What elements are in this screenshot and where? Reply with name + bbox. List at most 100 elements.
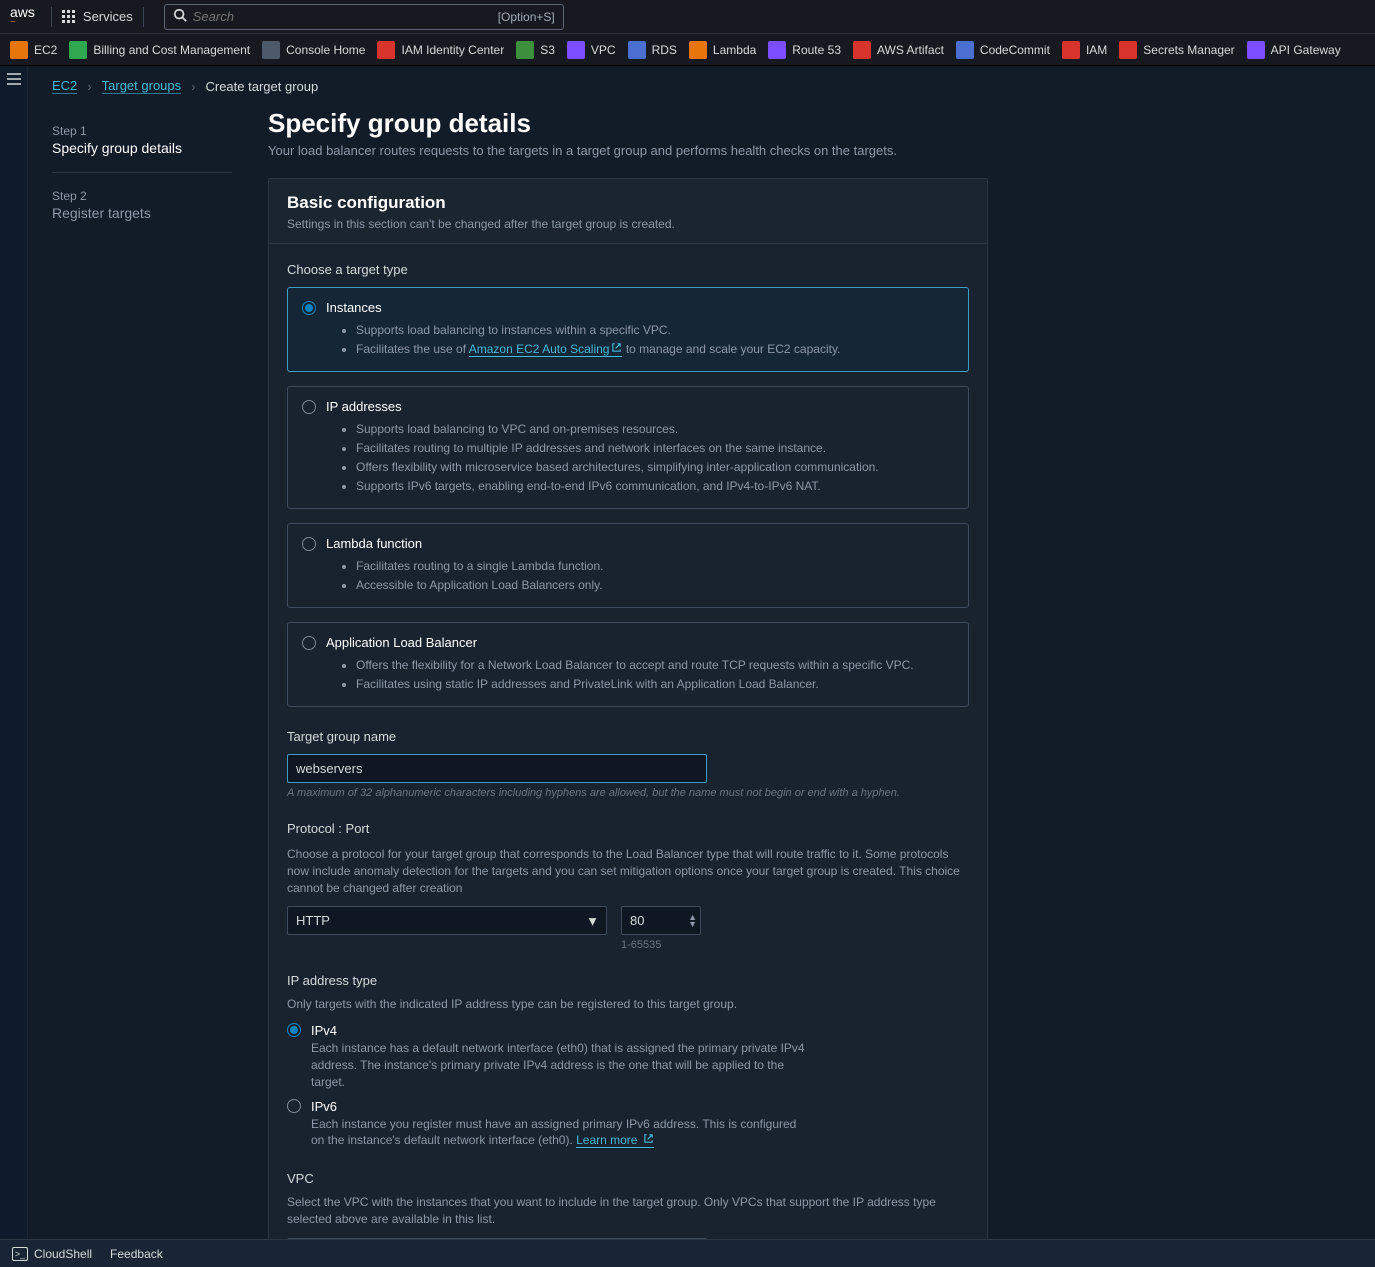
radio-title: Application Load Balancer bbox=[326, 635, 477, 650]
services-label: Services bbox=[83, 9, 133, 24]
radio-icon bbox=[287, 1099, 301, 1113]
service-icon bbox=[69, 41, 87, 59]
radio-title: IP addresses bbox=[326, 399, 402, 414]
search-icon bbox=[173, 8, 187, 25]
service-icon bbox=[689, 41, 707, 59]
services-menu[interactable]: Services bbox=[62, 9, 133, 24]
panel-title: Basic configuration bbox=[287, 193, 969, 213]
step-title: Register targets bbox=[52, 205, 232, 221]
cloudshell-button[interactable]: >_ CloudShell bbox=[12, 1247, 92, 1261]
favorite-aws-artifact[interactable]: AWS Artifact bbox=[853, 41, 944, 59]
ip-type-ipv6[interactable]: IPv6 Each instance you register must hav… bbox=[287, 1099, 969, 1150]
radio-title: IPv6 bbox=[311, 1099, 811, 1114]
external-link-icon bbox=[611, 340, 622, 358]
radio-bullet: Offers the flexibility for a Network Loa… bbox=[356, 656, 954, 674]
global-header: aws ⌣ Services [Option+S] bbox=[0, 0, 1375, 34]
auto-scaling-link[interactable]: Amazon EC2 Auto Scaling bbox=[469, 342, 623, 357]
favorite-label: Secrets Manager bbox=[1143, 43, 1234, 57]
target-type-label: Choose a target type bbox=[287, 262, 969, 277]
favorite-label: EC2 bbox=[34, 43, 57, 57]
divider bbox=[51, 7, 52, 27]
radio-desc: Each instance you register must have an … bbox=[311, 1116, 811, 1150]
favorite-label: Lambda bbox=[713, 43, 756, 57]
service-icon bbox=[516, 41, 534, 59]
tg-name-helper: A maximum of 32 alphanumeric characters … bbox=[287, 787, 969, 799]
breadcrumb-item[interactable]: EC2 bbox=[52, 78, 77, 94]
favorite-label: IAM Identity Center bbox=[401, 43, 504, 57]
protocol-port-desc: Choose a protocol for your target group … bbox=[287, 846, 969, 896]
service-icon bbox=[956, 41, 974, 59]
panel-subtitle: Settings in this section can't be change… bbox=[287, 217, 969, 231]
favorite-s3[interactable]: S3 bbox=[516, 41, 555, 59]
radio-bullet: Supports IPv6 targets, enabling end-to-e… bbox=[356, 477, 954, 495]
aws-logo[interactable]: aws ⌣ bbox=[10, 7, 35, 26]
radio-icon bbox=[302, 636, 316, 650]
favorite-secrets-manager[interactable]: Secrets Manager bbox=[1119, 41, 1234, 59]
favorite-label: Billing and Cost Management bbox=[93, 43, 250, 57]
vpc-label: VPC bbox=[287, 1171, 969, 1186]
step-label: Step 1 bbox=[52, 124, 232, 138]
wizard-step-1[interactable]: Step 1 Specify group details bbox=[52, 116, 232, 164]
text: Facilitates the use of bbox=[356, 342, 469, 356]
radio-bullet: Facilitates the use of Amazon EC2 Auto S… bbox=[356, 340, 954, 358]
wizard-main: Specify group details Your load balancer… bbox=[268, 102, 988, 1239]
favorite-label: AWS Artifact bbox=[877, 43, 944, 57]
radio-desc: Each instance has a default network inte… bbox=[311, 1040, 811, 1090]
favorite-billing-and-cost-management[interactable]: Billing and Cost Management bbox=[69, 41, 250, 59]
global-search[interactable]: [Option+S] bbox=[164, 4, 564, 30]
radio-bullet: Facilitates routing to a single Lambda f… bbox=[356, 557, 954, 575]
page-subtitle: Your load balancer routes requests to th… bbox=[268, 143, 988, 158]
step-title: Specify group details bbox=[52, 140, 232, 156]
ip-type-label: IP address type bbox=[287, 973, 969, 988]
ip-type-ipv4[interactable]: IPv4 Each instance has a default network… bbox=[287, 1023, 969, 1090]
favorite-iam-identity-center[interactable]: IAM Identity Center bbox=[377, 41, 504, 59]
favorite-ec2[interactable]: EC2 bbox=[10, 41, 57, 59]
hamburger-icon[interactable] bbox=[6, 72, 22, 89]
ipv6-learn-more-link[interactable]: Learn more bbox=[576, 1133, 654, 1148]
text: Each instance you register must have an … bbox=[311, 1117, 796, 1148]
service-icon bbox=[853, 41, 871, 59]
favorite-console-home[interactable]: Console Home bbox=[262, 41, 365, 59]
favorite-label: Console Home bbox=[286, 43, 365, 57]
protocol-port-label: Protocol : Port bbox=[287, 821, 969, 836]
feedback-button[interactable]: Feedback bbox=[110, 1247, 163, 1261]
favorite-route-53[interactable]: Route 53 bbox=[768, 41, 841, 59]
step-label: Step 2 bbox=[52, 189, 232, 203]
favorite-codecommit[interactable]: CodeCommit bbox=[956, 41, 1050, 59]
favorite-label: RDS bbox=[652, 43, 677, 57]
stepper-icon[interactable]: ▲▼ bbox=[688, 914, 697, 928]
radio-bullet: Supports load balancing to VPC and on-pr… bbox=[356, 420, 954, 438]
radio-icon bbox=[302, 301, 316, 315]
radio-icon bbox=[302, 400, 316, 414]
target-type-ip-addresses[interactable]: IP addresses Supports load balancing to … bbox=[287, 386, 969, 509]
service-icon bbox=[10, 41, 28, 59]
radio-bullet: Facilitates routing to multiple IP addre… bbox=[356, 439, 954, 457]
target-type-instances[interactable]: Instances Supports load balancing to ins… bbox=[287, 287, 969, 372]
app-shell: EC2›Target groups›Create target group St… bbox=[0, 66, 1375, 1239]
wizard-steps: Step 1 Specify group details Step 2 Regi… bbox=[52, 102, 232, 1239]
breadcrumb: EC2›Target groups›Create target group bbox=[52, 78, 1351, 94]
basic-configuration-panel: Basic configuration Settings in this sec… bbox=[268, 178, 988, 1239]
favorite-lambda[interactable]: Lambda bbox=[689, 41, 756, 59]
content-scroll: EC2›Target groups›Create target group St… bbox=[28, 66, 1375, 1239]
target-type-alb[interactable]: Application Load Balancer Offers the fle… bbox=[287, 622, 969, 707]
breadcrumb-item[interactable]: Target groups bbox=[102, 78, 182, 94]
protocol-select[interactable]: HTTP ▼ bbox=[287, 906, 607, 935]
cloudshell-icon: >_ bbox=[12, 1247, 28, 1261]
target-group-name-input[interactable] bbox=[287, 754, 707, 783]
favorite-api-gateway[interactable]: API Gateway bbox=[1247, 41, 1341, 59]
port-input-wrap[interactable]: ▲▼ bbox=[621, 906, 701, 935]
cloudshell-label: CloudShell bbox=[34, 1247, 92, 1261]
service-icon bbox=[1119, 41, 1137, 59]
wizard-step-2[interactable]: Step 2 Register targets bbox=[52, 181, 232, 229]
target-type-lambda[interactable]: Lambda function Facilitates routing to a… bbox=[287, 523, 969, 608]
radio-title: Lambda function bbox=[326, 536, 422, 551]
tg-name-label: Target group name bbox=[287, 729, 969, 744]
favorite-label: Route 53 bbox=[792, 43, 841, 57]
favorite-vpc[interactable]: VPC bbox=[567, 41, 616, 59]
radio-icon bbox=[302, 537, 316, 551]
feedback-label: Feedback bbox=[110, 1247, 163, 1261]
favorite-rds[interactable]: RDS bbox=[628, 41, 677, 59]
favorite-label: VPC bbox=[591, 43, 616, 57]
favorite-iam[interactable]: IAM bbox=[1062, 41, 1107, 59]
